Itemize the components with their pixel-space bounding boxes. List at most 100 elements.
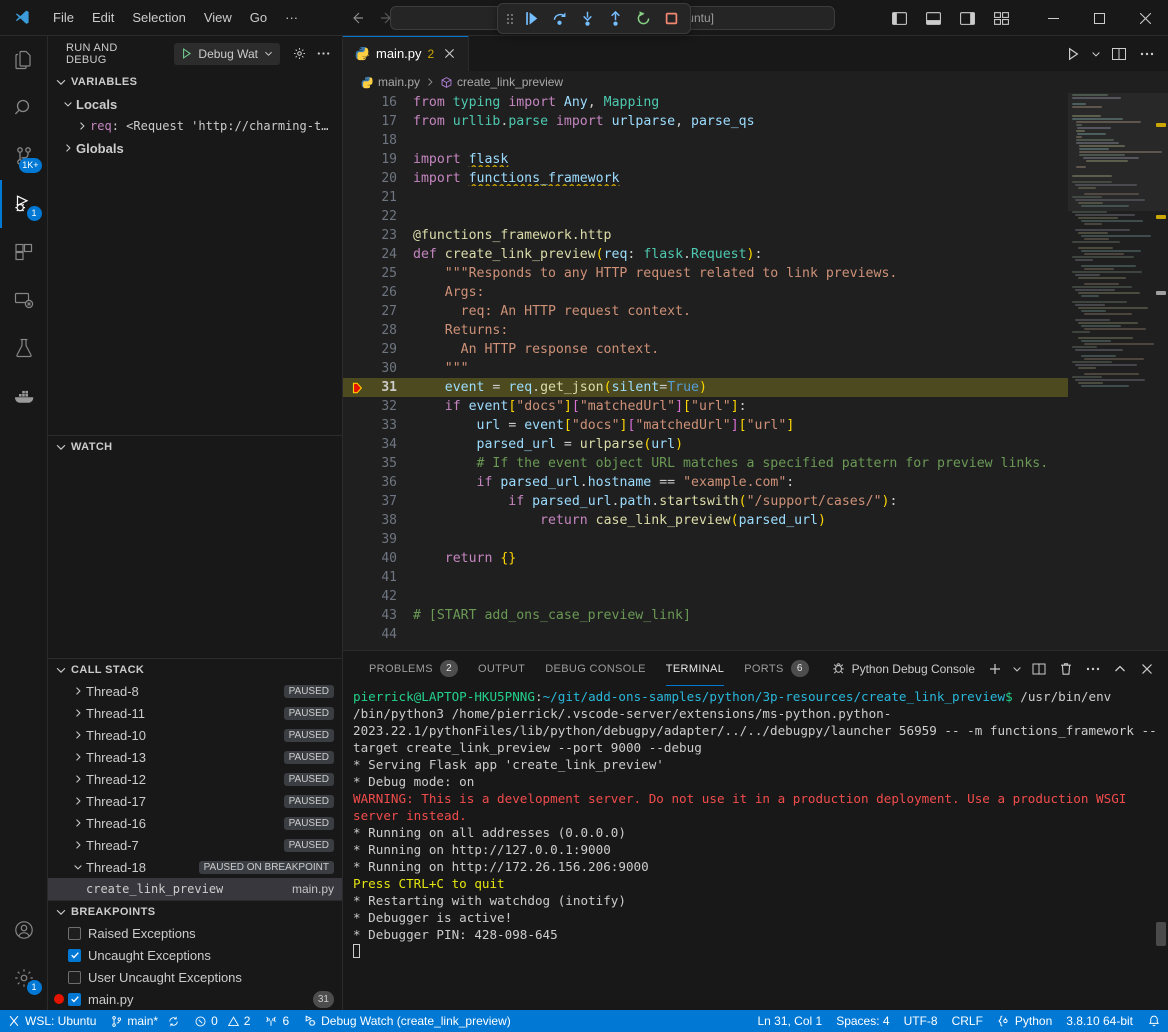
call-stack-frame[interactable]: create_link_preview main.py	[48, 878, 342, 900]
code-line[interactable]: 37 if parsed_url.path.startswith("/suppo…	[343, 492, 1068, 511]
variables-scope-globals[interactable]: Globals	[48, 137, 342, 159]
debug-step-into-button[interactable]	[574, 7, 600, 31]
code-text[interactable]: # [START add_ons_case_preview_link]	[411, 608, 1068, 623]
status-notifications[interactable]	[1140, 1010, 1168, 1032]
code-line[interactable]: 39	[343, 530, 1068, 549]
code-line[interactable]: 17from urllib.parse import urlparse, par…	[343, 112, 1068, 131]
toggle-primary-sidebar-icon[interactable]	[884, 4, 914, 32]
code-text[interactable]	[411, 570, 1068, 585]
status-remote-indicator[interactable]: WSL: Ubuntu	[0, 1010, 103, 1032]
code-text[interactable]: """Responds to any HTTP request related …	[411, 266, 1068, 281]
call-stack-thread[interactable]: Thread-10 PAUSED	[48, 724, 342, 746]
code-lines-container[interactable]: 16from typing import Any, Mapping17from …	[343, 93, 1068, 650]
sync-icon[interactable]	[167, 1015, 180, 1028]
toggle-secondary-sidebar-icon[interactable]	[952, 4, 982, 32]
status-debug-session[interactable]: Debug Watch (create_link_preview)	[296, 1010, 518, 1032]
navigation-arrows[interactable]	[349, 10, 395, 26]
debug-continue-button[interactable]	[518, 7, 544, 31]
maximize-panel-icon[interactable]	[1107, 656, 1133, 682]
menu-go[interactable]: Go	[241, 7, 276, 28]
chevron-right-icon[interactable]	[70, 773, 86, 785]
code-text[interactable]: parsed_url = urlparse(url)	[411, 437, 1068, 452]
minimize-button[interactable]	[1030, 0, 1076, 36]
sidebar-more-actions-icon[interactable]	[312, 43, 334, 65]
breakpoint-checkbox[interactable]	[68, 971, 81, 984]
chevron-right-icon[interactable]	[70, 795, 86, 807]
code-line[interactable]: 38 return case_link_preview(parsed_url)	[343, 511, 1068, 530]
breakpoint-item[interactable]: Raised Exceptions	[48, 922, 342, 944]
minimap[interactable]	[1068, 93, 1168, 650]
menu-edit[interactable]: Edit	[83, 7, 123, 28]
activity-remote-explorer[interactable]	[0, 276, 48, 324]
customize-layout-icon[interactable]	[986, 4, 1016, 32]
code-text[interactable]: return case_link_preview(parsed_url)	[411, 513, 1068, 528]
go-back-icon[interactable]	[349, 10, 365, 26]
kill-terminal-icon[interactable]	[1053, 656, 1079, 682]
menu-bar[interactable]: File Edit Selection View Go ···	[44, 7, 307, 28]
call-stack-pane-header[interactable]: CALL STACK	[48, 658, 342, 680]
code-line[interactable]: 19import flask	[343, 150, 1068, 169]
call-stack-thread[interactable]: Thread-7 PAUSED	[48, 834, 342, 856]
code-text[interactable]: """	[411, 361, 1068, 376]
code-line[interactable]: 21	[343, 188, 1068, 207]
variables-pane-header[interactable]: VARIABLES	[48, 71, 342, 93]
close-button[interactable]	[1122, 0, 1168, 36]
code-line[interactable]: 35 # If the event object URL matches a s…	[343, 454, 1068, 473]
code-line[interactable]: 40 return {}	[343, 549, 1068, 568]
editor-more-actions-icon[interactable]	[1134, 41, 1160, 67]
code-text[interactable]	[411, 133, 1068, 148]
code-line[interactable]: 30 """	[343, 359, 1068, 378]
variable-req[interactable]: req : <Request 'http://charming-tro…	[48, 115, 342, 137]
code-text[interactable]: if parsed_url.hostname == "example.com":	[411, 475, 1068, 490]
code-text[interactable]: def create_link_preview(req: flask.Reque…	[411, 247, 1068, 262]
breakpoint-item-file[interactable]: main.py 31	[48, 988, 342, 1010]
code-line[interactable]: 29 An HTTP response context.	[343, 340, 1068, 359]
chevron-right-icon[interactable]	[70, 685, 86, 697]
breadcrumb[interactable]: main.py create_link_preview	[343, 71, 1168, 93]
call-stack-thread[interactable]: Thread-13 PAUSED	[48, 746, 342, 768]
layout-controls[interactable]	[884, 0, 1016, 36]
call-stack-thread[interactable]: Thread-17 PAUSED	[48, 790, 342, 812]
call-stack-thread[interactable]: Thread-11 PAUSED	[48, 702, 342, 724]
code-text[interactable]: Returns:	[411, 323, 1068, 338]
activity-docker[interactable]	[0, 372, 48, 420]
code-line[interactable]: 44	[343, 625, 1068, 644]
code-text[interactable]: @functions_framework.http	[411, 228, 1068, 243]
breakpoint-current-icon[interactable]	[343, 381, 371, 395]
window-controls[interactable]	[1030, 0, 1168, 36]
launch-config-selector[interactable]: Debug Wat	[174, 43, 280, 65]
code-text[interactable]	[411, 589, 1068, 604]
menu-selection[interactable]: Selection	[123, 7, 194, 28]
scrollbar-decorations[interactable]	[1154, 93, 1168, 650]
activity-testing[interactable]	[0, 324, 48, 372]
split-editor-icon[interactable]	[1106, 41, 1132, 67]
code-text[interactable]: from urllib.parse import urlparse, parse…	[411, 114, 1068, 129]
code-line[interactable]: 36 if parsed_url.hostname == "example.co…	[343, 473, 1068, 492]
code-text[interactable]	[411, 209, 1068, 224]
code-line[interactable]: 20import functions_framework	[343, 169, 1068, 188]
panel-more-actions-icon[interactable]	[1080, 656, 1106, 682]
code-text[interactable]: import flask	[411, 152, 1068, 167]
drag-handle-icon[interactable]	[504, 12, 516, 26]
menu-more[interactable]: ···	[276, 7, 307, 28]
code-line[interactable]: 41	[343, 568, 1068, 587]
code-line[interactable]: 18	[343, 131, 1068, 150]
breadcrumb-file[interactable]: main.py	[361, 75, 420, 89]
code-line[interactable]: 42	[343, 587, 1068, 606]
code-text[interactable]: url = event["docs"]["matchedUrl"]["url"]	[411, 418, 1068, 433]
code-text[interactable]: from typing import Any, Mapping	[411, 95, 1068, 110]
breadcrumb-symbol[interactable]: create_link_preview	[440, 75, 563, 89]
code-text[interactable]: req: An HTTP request context.	[411, 304, 1068, 319]
code-text[interactable]: import functions_framework	[411, 171, 1068, 186]
maximize-button[interactable]	[1076, 0, 1122, 36]
breakpoint-item[interactable]: Uncaught Exceptions	[48, 944, 342, 966]
code-text[interactable]: if event["docs"]["matchedUrl"]["url"]:	[411, 399, 1068, 414]
activity-search[interactable]	[0, 84, 48, 132]
debug-restart-button[interactable]	[630, 7, 656, 31]
code-text[interactable]: event = req.get_json(silent=True)	[411, 380, 1068, 395]
new-terminal-icon[interactable]	[982, 656, 1008, 682]
activity-explorer[interactable]	[0, 36, 48, 84]
code-line[interactable]: 27 req: An HTTP request context.	[343, 302, 1068, 321]
terminal-output[interactable]: pierrick@LAPTOP-HKU5PNNG:~/git/add-ons-s…	[343, 686, 1168, 1010]
toggle-panel-icon[interactable]	[918, 4, 948, 32]
